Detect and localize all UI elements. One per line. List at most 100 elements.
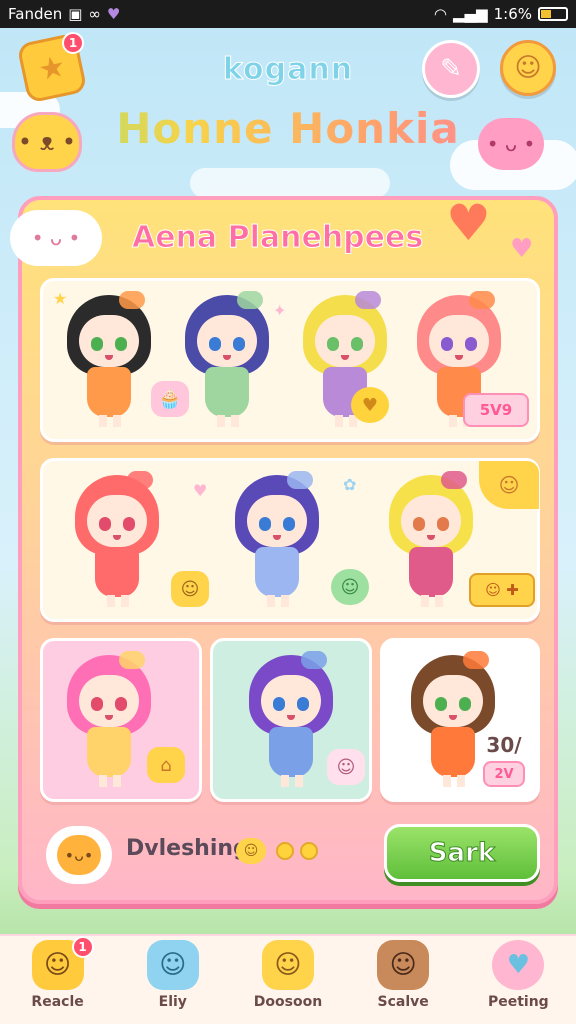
nav-badge: 1 xyxy=(71,936,94,958)
battery-icon xyxy=(538,7,568,21)
character-dress xyxy=(269,727,313,777)
character-dress xyxy=(255,547,299,597)
nav-item-scalve[interactable]: ☺ Scalve xyxy=(353,940,453,1010)
character-bow xyxy=(441,471,467,489)
character-mouth xyxy=(287,715,295,720)
bear-icon: ☺ xyxy=(377,940,430,990)
character-eye xyxy=(91,337,103,351)
cloud-pet-icon: ☺ xyxy=(146,940,199,990)
heart-icon: ♥ xyxy=(446,194,491,252)
carrier-label: Fanden xyxy=(8,5,63,23)
character-eye xyxy=(297,697,309,711)
character-eye xyxy=(273,697,285,711)
character-mouth xyxy=(273,535,281,540)
character-7[interactable] xyxy=(383,471,479,607)
character-bow xyxy=(119,291,145,309)
character-eye xyxy=(441,337,453,351)
character-face xyxy=(315,315,375,367)
bunny-pet-icon: ☺ xyxy=(327,749,365,785)
character-leg xyxy=(121,595,129,607)
character-card-9[interactable]: ☺ xyxy=(210,638,372,802)
add-pet-button[interactable]: ☺ ✚ xyxy=(469,573,535,607)
character-eye xyxy=(435,697,447,711)
character-dress xyxy=(95,547,139,597)
signal-icon: ▂▄▆ xyxy=(452,5,488,23)
nav-item-eliy[interactable]: ☺ Eliy xyxy=(123,940,223,1010)
nav-label: Eliy xyxy=(158,994,187,1010)
character-bow xyxy=(127,471,153,489)
camera-icon: ▣ xyxy=(68,5,83,23)
character-face xyxy=(79,315,139,367)
character-eye xyxy=(115,337,127,351)
character-row-2: ☺ ☺ ☺ ✚ ☺ ♥ ✿ xyxy=(40,458,540,622)
sparkle-icon: ✿ xyxy=(343,475,357,494)
nav-item-doosoon[interactable]: ☺ Doosoon xyxy=(238,940,338,1010)
smiley-icon: ☺ xyxy=(514,53,542,83)
character-eye xyxy=(283,517,295,531)
character-eye xyxy=(413,517,425,531)
character-6[interactable] xyxy=(229,471,325,607)
start-button[interactable]: Sark xyxy=(384,824,540,882)
character-face xyxy=(423,675,483,727)
nav-label: Scalve xyxy=(377,994,429,1010)
character-mouth xyxy=(341,355,349,360)
character-leg xyxy=(113,415,121,427)
wifi-icon: ◠ xyxy=(433,5,447,23)
panel-title: Aena Planehpees xyxy=(131,220,424,256)
cupcake-pet-icon: 🧁 xyxy=(151,381,189,417)
character-bow xyxy=(119,651,145,669)
nav-item-peeting[interactable]: ♥ Peeting xyxy=(468,940,568,1010)
character-mouth xyxy=(223,355,231,360)
character-eye xyxy=(99,517,111,531)
cat-icon: ☺ xyxy=(261,940,314,990)
character-card-10[interactable]: 30/ 2V xyxy=(380,638,540,802)
cloud-mascot-icon: • ᴗ • xyxy=(10,210,102,266)
character-face xyxy=(79,675,139,727)
character-bow xyxy=(355,291,381,309)
character-card-8[interactable]: ⌂ xyxy=(40,638,202,802)
character-eye xyxy=(437,517,449,531)
nav-label: Peeting xyxy=(487,994,549,1010)
character-bow xyxy=(287,471,313,489)
character-9[interactable] xyxy=(243,651,339,787)
fox-icon: ☺ 1 xyxy=(31,936,94,990)
cloud xyxy=(190,168,390,198)
character-leg xyxy=(281,595,289,607)
character-eye xyxy=(465,337,477,351)
character-dress xyxy=(87,727,131,777)
house-icon: ⌂ xyxy=(147,747,185,783)
slime-pet-icon: ☺ xyxy=(331,569,369,605)
character-leg xyxy=(231,415,239,427)
character-face xyxy=(261,675,321,727)
smiley-coin-icon: ☺ xyxy=(236,838,266,864)
character-1[interactable] xyxy=(61,291,157,427)
sparkle-icon: ♥ xyxy=(193,481,208,500)
shop-button[interactable]: ✎ xyxy=(422,40,480,98)
character-leg xyxy=(457,775,465,787)
price-label: 30/ xyxy=(486,733,522,757)
character-leg xyxy=(435,595,443,607)
character-mouth xyxy=(449,715,457,720)
character-leg xyxy=(99,775,107,787)
character-face xyxy=(197,315,257,367)
character-8[interactable] xyxy=(61,651,157,787)
character-face xyxy=(247,495,307,547)
character-leg xyxy=(295,775,303,787)
heart-icon: ♥ xyxy=(492,940,545,990)
character-mouth xyxy=(455,355,463,360)
price-tag[interactable]: 2V xyxy=(483,761,525,787)
character-leg xyxy=(113,775,121,787)
sparkle-icon: ★ xyxy=(53,289,68,308)
character-leg xyxy=(449,415,457,427)
character-mouth xyxy=(113,535,121,540)
character-leg xyxy=(281,775,289,787)
nav-item-reacle[interactable]: ☺ 1 Reacle xyxy=(8,936,108,1010)
character-eye xyxy=(459,697,471,711)
character-bow xyxy=(237,291,263,309)
character-2[interactable] xyxy=(179,291,275,427)
character-leg xyxy=(217,415,225,427)
profile-button[interactable]: ☺ xyxy=(500,40,556,96)
price-tag[interactable]: 5V9 xyxy=(463,393,529,427)
link-icon: ∞ xyxy=(88,5,101,23)
character-5[interactable] xyxy=(69,471,165,607)
